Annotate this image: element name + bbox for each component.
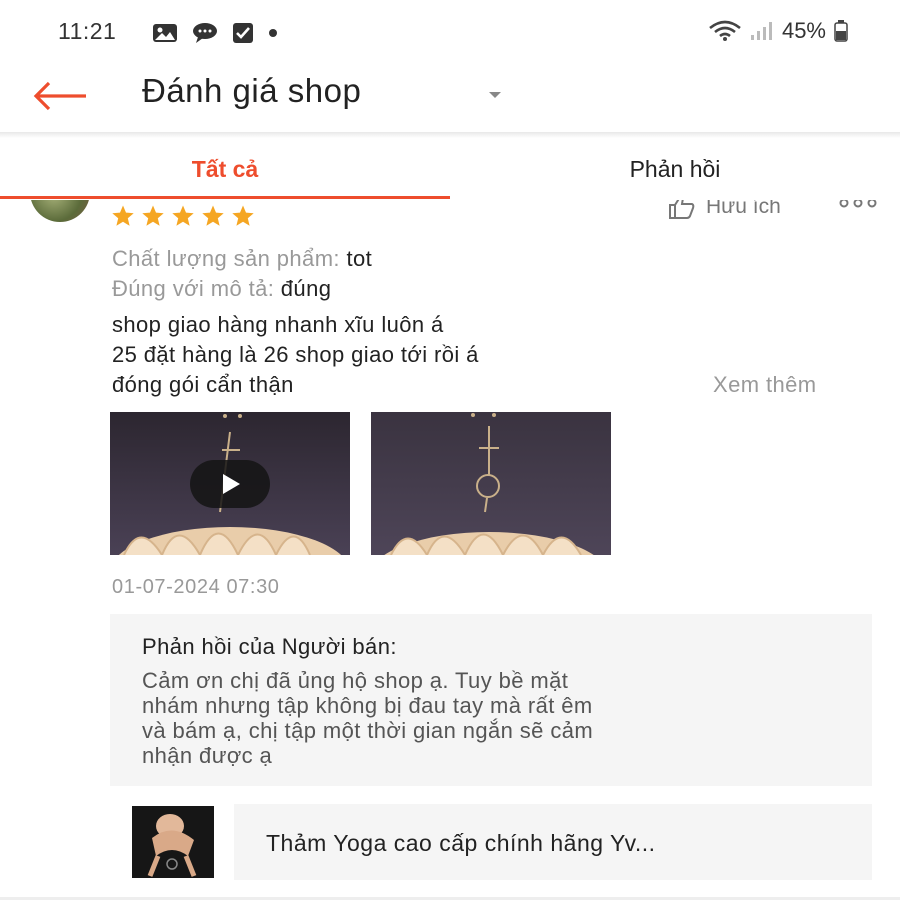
- review-photo-image: [371, 412, 611, 555]
- status-time: 11:21: [58, 18, 117, 44]
- seller-reply-line: nhám nhưng tập không bị đau tay mà rất ê…: [142, 693, 593, 718]
- product-thumbnail: [110, 804, 234, 880]
- attribute-value: đúng: [280, 276, 332, 301]
- review-line: 25 đặt hàng là 26 shop giao tới rồi á: [112, 342, 479, 367]
- arrow-left-icon[interactable]: [32, 81, 88, 111]
- avatar: [30, 200, 90, 222]
- status-bar: 11:21 45%: [0, 0, 900, 62]
- page-title[interactable]: Đánh giá shop: [142, 72, 361, 110]
- star-icon: [172, 205, 194, 226]
- review-date: 01-07-2024 07:30: [112, 576, 280, 598]
- notification-icons: [152, 22, 278, 44]
- star-rating: [110, 204, 256, 228]
- attribute-description-match: Đúng với mô tả: đúng: [112, 276, 331, 302]
- star-icon: [202, 205, 224, 226]
- app-header: Đánh giá shop: [0, 62, 900, 132]
- star-icon: [232, 205, 254, 226]
- review-line: đóng gói cẩn thận: [112, 372, 294, 397]
- signal-icon: [750, 22, 772, 40]
- battery-icon: [834, 20, 848, 42]
- active-tab-indicator: [0, 196, 450, 199]
- helpful-button[interactable]: Hữu ích: [668, 200, 781, 220]
- product-link[interactable]: Thảm Yoga cao cấp chính hãng Yv...: [110, 804, 872, 880]
- more-options-icon[interactable]: [838, 200, 878, 210]
- review-card: Hữu ích Chất lượng sản phẩm: tot Đúng vớ…: [0, 200, 900, 900]
- dot-icon: [269, 29, 277, 37]
- attribute-value: tot: [346, 246, 373, 271]
- play-icon[interactable]: [217, 471, 243, 497]
- check-box-icon: [233, 23, 253, 43]
- thumbs-up-icon: [669, 200, 695, 219]
- seller-reply-line: và bám ạ, chị tập một thời gian ngắn sẽ …: [142, 718, 594, 743]
- seller-reply-line: nhận được ạ: [142, 743, 273, 768]
- helpful-label: Hữu ích: [706, 200, 781, 218]
- wifi-icon: [709, 20, 741, 41]
- seller-reply: Phản hồi của Người bán: Cảm ơn chị đã ủn…: [110, 614, 872, 786]
- system-icons: 45%: [708, 18, 848, 44]
- review-photo[interactable]: [371, 412, 611, 555]
- image-icon: [153, 24, 177, 42]
- caret-down-icon[interactable]: [487, 90, 503, 100]
- review-line: shop giao hàng nhanh xĩu luôn á: [112, 312, 444, 337]
- chat-icon: [193, 23, 217, 43]
- star-icon: [142, 205, 164, 226]
- yoga-mat-image: [132, 806, 214, 878]
- seller-reply-title: Phản hồi của Người bán:: [142, 634, 397, 659]
- tab-replies[interactable]: Phản hồi: [450, 138, 900, 198]
- back-button[interactable]: [32, 74, 92, 118]
- see-more-link[interactable]: Xem thêm: [713, 372, 816, 398]
- star-icon: [112, 205, 134, 226]
- seller-reply-line: Cảm ơn chị đã ủng hộ shop ạ. Tuy bề mặt: [142, 668, 569, 693]
- tab-bar: Tất cả Phản hồi: [0, 138, 900, 200]
- review-video[interactable]: [110, 412, 350, 555]
- attribute-key: Đúng với mô tả:: [112, 276, 275, 301]
- attribute-key: Chất lượng sản phẩm:: [112, 246, 340, 271]
- review-text: shop giao hàng nhanh xĩu luôn á 25 đặt h…: [112, 310, 479, 400]
- play-button[interactable]: [190, 460, 270, 508]
- seller-reply-text: Cảm ơn chị đã ủng hộ shop ạ. Tuy bề mặt …: [142, 668, 852, 768]
- tab-all[interactable]: Tất cả: [0, 138, 450, 198]
- attribute-quality: Chất lượng sản phẩm: tot: [112, 246, 372, 272]
- product-name[interactable]: Thảm Yoga cao cấp chính hãng Yv...: [266, 830, 656, 857]
- battery-percent: 45%: [781, 18, 826, 43]
